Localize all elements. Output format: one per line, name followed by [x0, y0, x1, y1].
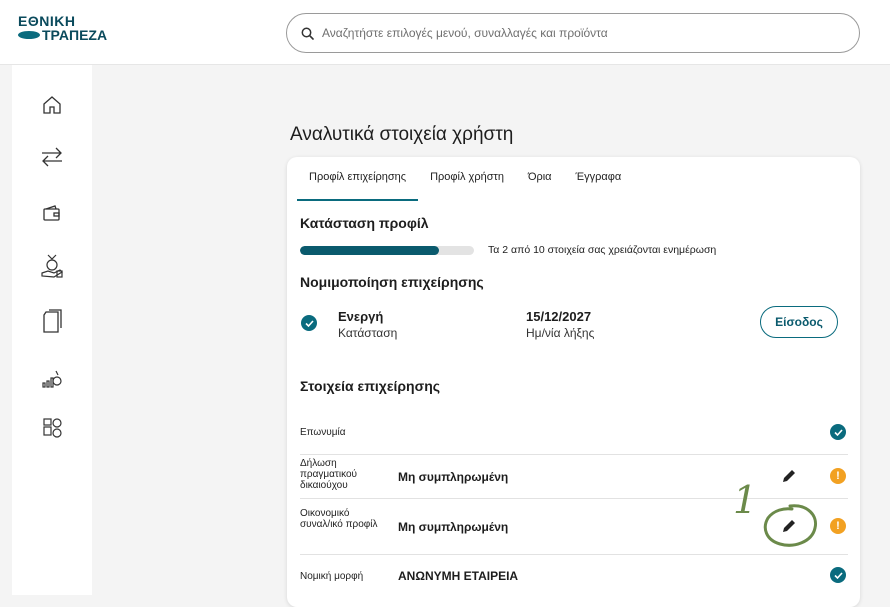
transfer-icon — [42, 147, 62, 167]
profile-progress-bar — [300, 246, 474, 255]
enter-button[interactable]: Είσοδος — [760, 306, 838, 338]
sidebar-item-documents[interactable] — [36, 305, 68, 337]
edit-pencil-icon[interactable] — [780, 467, 798, 485]
legitimation-status-value: Ενεργή — [338, 309, 384, 324]
documents-icon — [43, 309, 62, 333]
search-icon — [301, 27, 314, 40]
sidebar — [12, 65, 92, 595]
search-box[interactable] — [286, 13, 860, 53]
table-row: Νομική μορφή ΑΝΩΝΥΜΗ ΕΤΑΙΡΕΙΑ — [300, 554, 848, 598]
legitimation-status-label: Κατάσταση — [338, 326, 398, 340]
row-warning-icon: ! — [830, 468, 846, 484]
legitimation-status-check-icon — [301, 315, 317, 331]
row-warning-icon: ! — [830, 518, 846, 534]
row-label: Οικονομικό συναλ/ικό προφίλ — [300, 508, 378, 530]
tab-bar: Προφίλ επιχείρησης Προφίλ χρήστη Όρια Έγ… — [297, 157, 634, 201]
row-ok-check-icon — [830, 567, 846, 583]
logo-line-2-wrap: ΤΡΑΠΕΖΑ — [18, 28, 107, 42]
row-label: Νομική μορφή — [300, 571, 364, 582]
annotation-number: 1 — [733, 478, 758, 522]
sidebar-item-accounts[interactable] — [36, 197, 68, 229]
top-bar: ΕΘΝΙΚΗ ΤΡΑΠΕΖΑ — [0, 0, 890, 65]
logo-line-1: ΕΘΝΙΚΗ — [18, 13, 76, 29]
profile-status-heading: Κατάσταση προφίλ — [300, 215, 429, 231]
tab-limits[interactable]: Όρια — [516, 157, 564, 199]
bank-logo[interactable]: ΕΘΝΙΚΗ ΤΡΑΠΕΖΑ — [18, 14, 107, 42]
annotation-circle — [763, 504, 818, 547]
sidebar-item-transfers[interactable] — [36, 141, 68, 173]
support-icon — [43, 418, 62, 438]
logo-mark-icon — [18, 31, 40, 39]
business-info-heading: Στοιχεία επιχείρησης — [300, 378, 441, 394]
row-value: ΑΝΩΝΥΜΗ ΕΤΑΙΡΕΙΑ — [398, 569, 519, 583]
row-label: Επωνυμία — [300, 427, 346, 438]
row-ok-check-icon — [830, 424, 846, 440]
table-row: Δήλωση πραγματικού δικαιούχου Μη συμπληρ… — [300, 454, 848, 499]
wallet-icon — [43, 205, 60, 221]
sidebar-item-loans[interactable] — [36, 250, 68, 282]
investments-icon — [42, 370, 62, 388]
legitimation-heading: Νομιμοποίηση επιχείρησης — [300, 274, 484, 290]
loan-icon — [41, 254, 63, 278]
profile-progress-fill — [300, 246, 440, 255]
tab-documents[interactable]: Έγγραφα — [564, 157, 634, 199]
profile-progress-text: Τα 2 από 10 στοιχεία σας χρειάζονται ενη… — [488, 244, 717, 256]
logo-line-2: ΤΡΑΠΕΖΑ — [42, 27, 108, 43]
sidebar-item-investments[interactable] — [36, 363, 68, 395]
page-title: Αναλυτικά στοιχεία χρήστη — [290, 124, 514, 145]
row-value: Μη συμπληρωμένη — [398, 520, 509, 534]
sidebar-item-home[interactable] — [36, 89, 68, 121]
row-label: Δήλωση πραγματικού δικαιούχου — [300, 458, 357, 491]
search-input[interactable] — [320, 25, 824, 41]
home-icon — [43, 96, 61, 114]
tab-user-profile[interactable]: Προφίλ χρήστη — [418, 157, 516, 199]
legitimation-expiry-label: Ημ/νία λήξης — [526, 326, 595, 340]
table-row: Επωνυμία — [300, 412, 848, 455]
legitimation-expiry-value: 15/12/2027 — [526, 309, 592, 324]
tab-business-profile[interactable]: Προφίλ επιχείρησης — [297, 157, 419, 201]
sidebar-item-support[interactable] — [36, 411, 68, 443]
row-value: Μη συμπληρωμένη — [398, 470, 509, 484]
